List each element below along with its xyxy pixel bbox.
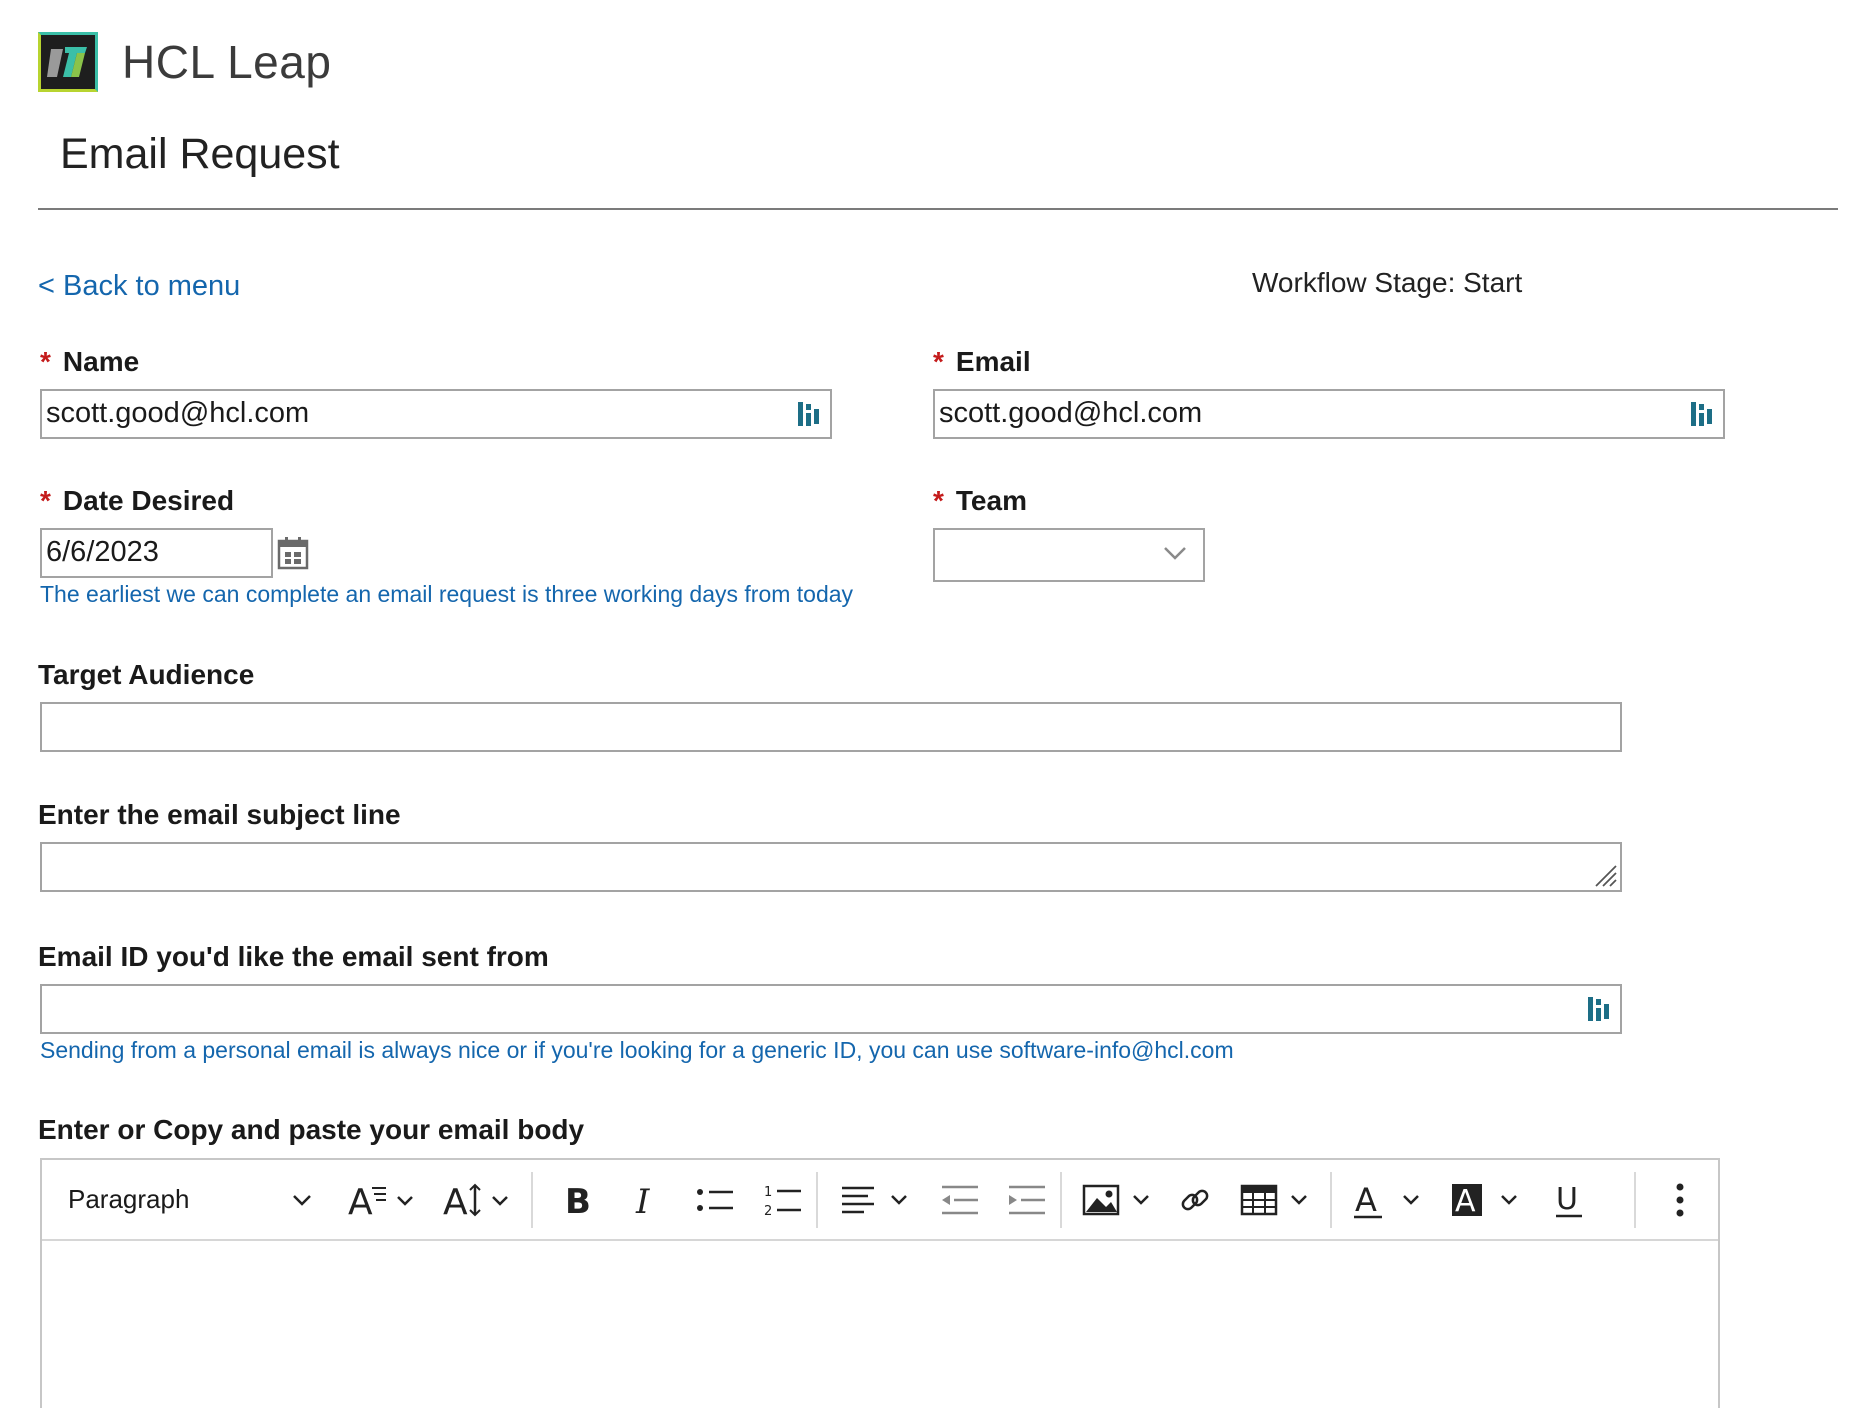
insert-image-icon[interactable] xyxy=(1074,1160,1162,1239)
name-label: * Name xyxy=(40,346,140,377)
toolbar-separator xyxy=(531,1172,533,1228)
calendar-icon[interactable] xyxy=(277,536,309,570)
toolbar-separator xyxy=(1060,1172,1062,1228)
insert-table-icon[interactable] xyxy=(1232,1160,1320,1239)
date-desired-help-text: The earliest we can complete an email re… xyxy=(40,581,854,607)
editor-content-area[interactable] xyxy=(42,1241,1718,1411)
svg-text:A: A xyxy=(1455,1184,1476,1219)
svg-text:I: I xyxy=(635,1182,650,1220)
email-field[interactable]: scott.good@hcl.com xyxy=(933,389,1725,439)
required-indicator: * xyxy=(933,485,944,516)
app-name: HCL Leap xyxy=(122,36,332,88)
required-indicator: * xyxy=(933,346,944,377)
required-indicator: * xyxy=(40,485,51,516)
name-value: scott.good@hcl.com xyxy=(46,397,310,429)
italic-icon[interactable]: I xyxy=(617,1160,673,1239)
lookup-icon[interactable] xyxy=(796,400,822,428)
hcl-leap-logo-icon xyxy=(38,32,98,92)
target-audience-input[interactable] xyxy=(40,702,1622,752)
team-select[interactable] xyxy=(933,528,1205,582)
workflow-stage: Workflow Stage: Start xyxy=(1252,267,1523,298)
name-field[interactable]: scott.good@hcl.com xyxy=(40,389,832,439)
date-desired-label: * Date Desired xyxy=(40,485,235,516)
rich-text-editor[interactable]: Paragraph A A B I 1 2 A A U xyxy=(40,1158,1720,1408)
date-desired-field[interactable]: 6/6/2023 xyxy=(40,528,273,578)
font-family-icon[interactable]: A xyxy=(342,1160,422,1239)
more-options-icon[interactable] xyxy=(1652,1160,1708,1239)
svg-text:U: U xyxy=(1556,1182,1578,1217)
subject-line-label: Enter the email subject line xyxy=(38,799,401,830)
svg-text:A: A xyxy=(1355,1181,1377,1219)
email-value: scott.good@hcl.com xyxy=(939,397,1203,429)
paragraph-format-dropdown[interactable]: Paragraph xyxy=(68,1178,189,1220)
bold-icon[interactable]: B xyxy=(550,1160,606,1239)
team-label: * Team xyxy=(933,485,1027,516)
numbered-list-icon[interactable]: 1 2 xyxy=(750,1160,816,1239)
email-body-label: Enter or Copy and paste your email body xyxy=(38,1114,585,1145)
align-left-icon[interactable] xyxy=(832,1160,920,1239)
link-icon[interactable] xyxy=(1167,1160,1223,1239)
svg-text:A: A xyxy=(443,1182,468,1220)
chevron-down-icon xyxy=(1164,547,1186,560)
toolbar-separator xyxy=(1330,1172,1332,1228)
lookup-icon[interactable] xyxy=(1586,995,1612,1023)
lookup-icon[interactable] xyxy=(1689,400,1715,428)
back-to-menu-link[interactable]: < Back to menu xyxy=(38,266,240,306)
header-divider xyxy=(38,208,1838,210)
font-size-icon[interactable]: A xyxy=(437,1160,517,1239)
background-color-icon[interactable]: A xyxy=(1442,1160,1530,1239)
sender-id-help-text: Sending from a personal email is always … xyxy=(40,1037,1234,1063)
resize-handle-icon[interactable] xyxy=(1592,862,1618,888)
indent-icon[interactable] xyxy=(997,1160,1057,1239)
svg-text:A: A xyxy=(348,1182,373,1220)
subject-line-textarea[interactable] xyxy=(40,842,1622,892)
email-label: * Email xyxy=(933,346,1031,377)
editor-toolbar: Paragraph A A B I 1 2 A A U xyxy=(42,1160,1718,1241)
sender-id-field[interactable] xyxy=(40,984,1622,1034)
outdent-icon[interactable] xyxy=(930,1160,990,1239)
font-color-icon[interactable]: A xyxy=(1344,1160,1432,1239)
date-desired-value: 6/6/2023 xyxy=(46,536,159,568)
page-title: Email Request xyxy=(60,130,340,178)
svg-text:B: B xyxy=(565,1182,591,1220)
toolbar-separator xyxy=(816,1172,818,1228)
sender-id-label: Email ID you'd like the email sent from xyxy=(38,941,549,972)
required-indicator: * xyxy=(40,346,51,377)
svg-text:1: 1 xyxy=(764,1185,772,1200)
heading-chevron-down-icon[interactable] xyxy=(282,1160,322,1239)
underline-icon[interactable]: U xyxy=(1542,1160,1598,1239)
target-audience-label: Target Audience xyxy=(38,659,255,690)
svg-text:2: 2 xyxy=(764,1204,772,1218)
toolbar-separator xyxy=(1634,1172,1636,1228)
bulleted-list-icon[interactable] xyxy=(682,1160,748,1239)
